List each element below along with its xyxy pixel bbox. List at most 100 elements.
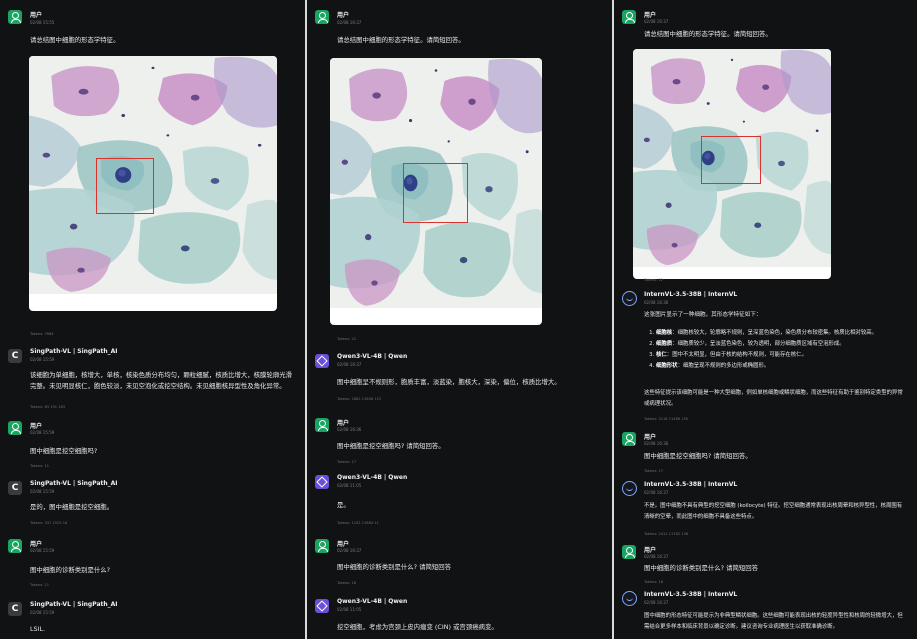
user-avatar-icon — [622, 545, 636, 559]
user-avatar-icon — [315, 10, 329, 24]
message-text: 请总结图中细胞的形态学特征。 — [30, 36, 120, 44]
timestamp: 02/08 11:05 — [337, 483, 362, 488]
sender-name: 用户 — [337, 12, 350, 19]
list-item: 细胞质：细胞质较少，呈淡蓝色染色，较为透明，部分细胞质区域有空泡形成。 — [656, 339, 907, 350]
sender-name: Qwen3-VL-4B | Qwen — [337, 474, 408, 481]
token-count: Tokens: 11 — [30, 464, 50, 468]
sender-name: SingPath-VL | SingPath_AI — [30, 348, 118, 355]
message-text: 图中细胞的诊断类别是什么? — [30, 566, 111, 574]
user-avatar-icon — [622, 432, 636, 446]
timestamp: 02/08 16:37 — [644, 600, 669, 605]
timestamp: 02/08 16:36 — [337, 427, 362, 432]
user-avatar-icon — [315, 539, 329, 553]
qwen-avatar-icon — [315, 599, 329, 613]
token-count: Tokens: 83 191 183 — [30, 405, 66, 409]
sender-name: Qwen3-VL-4B | Qwen — [337, 598, 408, 605]
token-count: Tokens: 22 — [644, 278, 664, 282]
user-avatar-icon — [315, 418, 329, 432]
sender-name: 用户 — [30, 12, 43, 19]
timestamp: 02/08 16:37 — [337, 362, 362, 367]
qwen-avatar-icon — [315, 475, 329, 489]
message-text: 是。 — [337, 501, 350, 509]
chat-panel-singpath: 用户 02/08 15:55 请总结图中细胞的形态学特征。 Tokens: 76… — [0, 0, 305, 639]
message-text: 图中细胞的诊断类别是什么? 请简短回答 — [337, 563, 452, 571]
token-count: Tokens: 17 — [337, 460, 357, 464]
timestamp: 02/08 16:37 — [337, 548, 362, 553]
bounding-box — [403, 163, 468, 223]
list-item: 细胞核：细胞核较大，轮廓略不规则，呈深蓝色染色，染色质分布较密集。核质比相对较高… — [656, 328, 907, 339]
token-count: Tokens: 11 — [30, 583, 50, 587]
timestamp: 02/08 16:37 — [644, 19, 669, 24]
sender-name: 用户 — [30, 423, 43, 430]
user-avatar-icon — [622, 10, 636, 24]
list-item: 细胞形状：细胞呈现不规则的多边形或椭圆形。 — [656, 361, 907, 372]
user-avatar-icon — [8, 421, 22, 435]
timestamp: 02/08 11:05 — [337, 607, 362, 612]
internvl-avatar-icon — [622, 481, 637, 496]
timestamp: 02/08 16:36 — [644, 441, 669, 446]
singpath-avatar-icon: C — [8, 602, 22, 616]
timestamp: 02/08 16:37 — [644, 554, 669, 559]
timestamp: 02/08 16:36 — [644, 300, 669, 305]
message-text: 这张图片显示了一种细胞，其形态学特征如下： — [644, 312, 762, 318]
timestamp: 02/08 15:59 — [30, 430, 55, 435]
cytology-image[interactable] — [29, 56, 277, 311]
message-text: LSIL. — [30, 625, 46, 633]
singpath-avatar-icon: C — [8, 481, 22, 495]
timestamp: 02/08 15:55 — [30, 20, 55, 25]
token-count: Tokens: 1102 11684 11 — [337, 521, 379, 525]
token-count: Tokens: 1682 11608 122 — [337, 397, 382, 401]
sender-name: 用户 — [644, 547, 657, 554]
sender-name: 用户 — [30, 541, 43, 548]
message-text: 该细胞为单细胞，核增大，单核，核染色质分布均匀，颗粒细腻，核质比增大，核膜轮廓光… — [30, 371, 293, 390]
sender-name: InternVL-3.5-38B | InternVL — [644, 591, 738, 598]
message-text: 是的，图中细胞是挖空细胞。 — [30, 503, 114, 511]
message-text: 请总结图中细胞的形态学特征。请简短回答。 — [337, 36, 465, 44]
chat-panel-internvl: 用户 02/08 16:37 请总结图中细胞的形态学特征。请简短回答。 Toke… — [614, 0, 917, 639]
sender-name: SingPath-VL | SingPath_AI — [30, 601, 118, 608]
singpath-avatar-icon: C — [8, 349, 22, 363]
user-avatar-icon — [8, 10, 22, 24]
token-count: Tokens: 7664 — [30, 332, 54, 336]
timestamp: 02/08 16:37 — [337, 20, 362, 25]
internvl-avatar-icon — [622, 591, 637, 606]
token-count: Tokens: 2118 11466 150 — [644, 417, 689, 421]
sender-name: 用户 — [337, 420, 350, 427]
message-text: 图中细胞是挖空细胞吗? 请简短回答。 — [644, 452, 752, 460]
message-text: 图中细胞呈不规则形，胞质丰富，淡蓝染，胞核大，深染，偏位，核质比增大。 — [337, 378, 561, 386]
message-text: 请总结图中细胞的形态学特征。请简短回答。 — [644, 30, 772, 38]
sender-name: InternVL-3.5-38B | InternVL — [644, 291, 738, 298]
sender-name: 用户 — [644, 12, 657, 19]
token-count: Tokens: 18 — [337, 581, 357, 585]
internvl-avatar-icon — [622, 291, 637, 306]
timestamp: 02/08 15:59 — [30, 357, 55, 362]
message-text: 不是。图中细胞不具有典型的挖空细胞 (koilocyte) 特征。挖空细胞通常表… — [644, 503, 903, 520]
cytology-image[interactable] — [330, 58, 542, 325]
chat-panel-qwen: 用户 02/08 16:37 请总结图中细胞的形态学特征。请简短回答。 Toke… — [307, 0, 612, 639]
bounding-box — [701, 136, 761, 184]
sender-name: 用户 — [337, 541, 350, 548]
timestamp: 02/08 15:59 — [30, 489, 55, 494]
user-avatar-icon — [8, 539, 22, 553]
bounding-box — [96, 158, 154, 214]
message-text: 挖空细胞，考虑为宫颈上皮内瘤变 (CIN) 或宫颈癌病变。 — [337, 623, 498, 631]
sender-name: Qwen3-VL-4B | Qwen — [337, 353, 408, 360]
token-count: Tokens: 17 — [644, 469, 664, 473]
token-count: Tokens: 22 — [337, 337, 357, 341]
sender-name: 用户 — [644, 434, 657, 441]
timestamp: 02/08 15:59 — [30, 548, 55, 553]
token-count: Tokens: 2411 11762 136 — [644, 532, 689, 536]
feature-list: 细胞核：细胞核较大，轮廓略不规则，呈深蓝色染色，染色质分布较密集。核质比相对较高… — [644, 328, 907, 372]
sender-name: InternVL-3.5-38B | InternVL — [644, 481, 738, 488]
qwen-avatar-icon — [315, 354, 329, 368]
message-text: 图中细胞的形态特征可能提示为非典型鳞状细胞。这些细胞可能表现出核的轻度异型性和核… — [644, 613, 903, 630]
timestamp: 02/08 16:37 — [644, 490, 669, 495]
cytology-image[interactable] — [633, 49, 831, 279]
sender-name: SingPath-VL | SingPath_AI — [30, 480, 118, 487]
list-item: 核仁：图中不太明显，但由于核的结构不规则，可能存在核仁。 — [656, 350, 907, 361]
message-text: 这些特征提示该细胞可能是一种大型细胞，例如单核细胞或鳞状细胞，而这些特征有助于鉴… — [644, 390, 903, 407]
message-text: 图中细胞是挖空细胞吗? 请简短回答。 — [337, 442, 445, 450]
message-text: 图中细胞是挖空细胞吗? — [30, 447, 98, 455]
message-text: 图中细胞的诊断类别是什么? 请简短回答 — [644, 564, 759, 572]
token-count: Tokens: 337 1525 18 — [30, 521, 68, 525]
